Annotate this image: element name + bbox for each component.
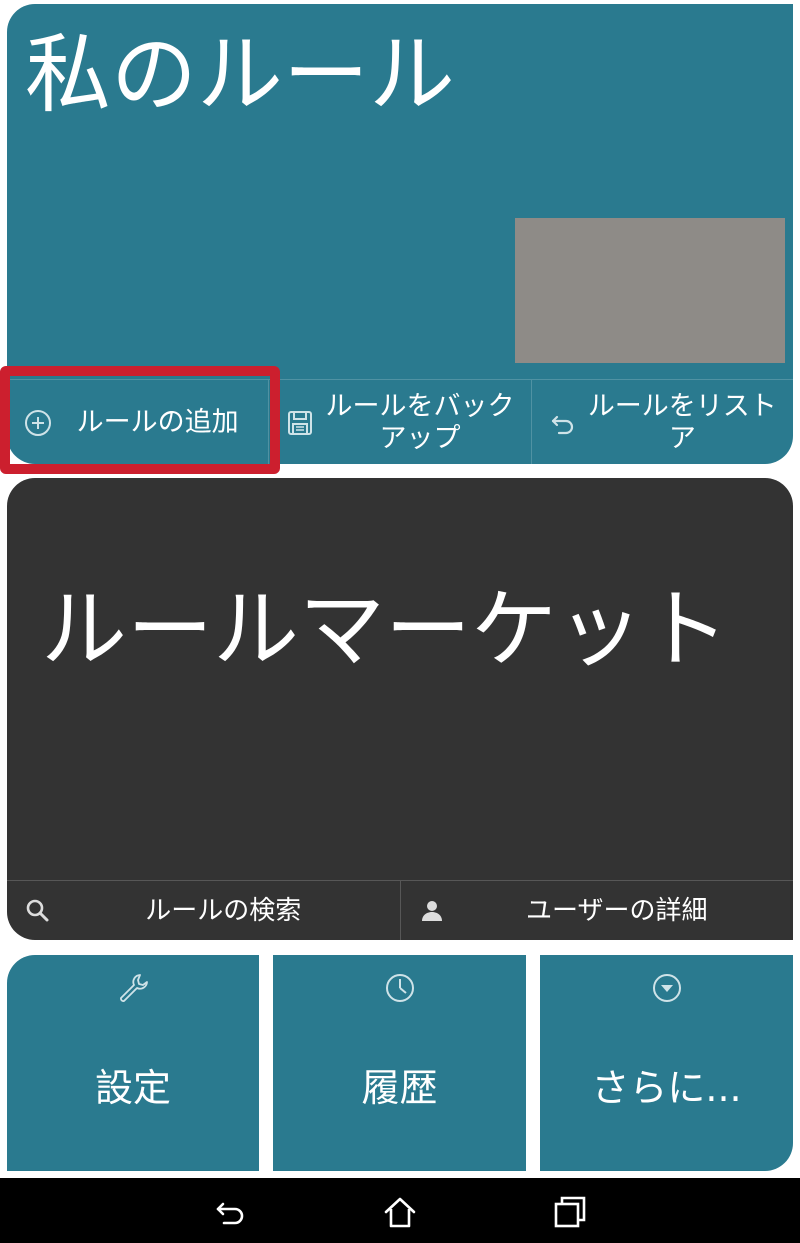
rule-market-title: ルールマーケット (41, 580, 729, 680)
recent-apps-icon[interactable] (548, 1190, 592, 1234)
wrench-icon (116, 971, 150, 1005)
my-rules-tile[interactable]: 私のルール ルールの追加 ルールをバックアップ ルールをリストア (7, 4, 793, 464)
search-rules-label: ルールの検索 (145, 896, 302, 926)
my-rules-title: 私のルール (25, 25, 455, 125)
chevron-down-circle-icon (650, 971, 684, 1005)
rule-preview-image (515, 218, 785, 363)
user-details-button[interactable]: ユーザーの詳細 (401, 881, 794, 940)
backup-rules-button[interactable]: ルールをバックアップ (269, 380, 532, 464)
clock-icon (383, 971, 417, 1005)
more-tile[interactable]: さらに... (540, 955, 793, 1171)
search-icon (21, 894, 55, 928)
rule-market-action-bar: ルールの検索 ユーザーの詳細 (7, 880, 793, 940)
navigation-bar (0, 1178, 800, 1243)
history-tile[interactable]: 履歴 (273, 955, 526, 1171)
home-icon[interactable] (378, 1190, 422, 1234)
add-rule-label: ルールの追加 (76, 406, 239, 438)
settings-tile[interactable]: 設定 (7, 955, 259, 1171)
add-circle-icon (21, 406, 55, 440)
backup-rules-label: ルールをバックアップ (325, 390, 515, 454)
my-rules-action-bar: ルールの追加 ルールをバックアップ ルールをリストア (7, 379, 793, 464)
more-label: さらに... (591, 1066, 742, 1110)
rule-market-tile[interactable]: ルールマーケット ルールの検索 ユーザーの詳細 (7, 478, 793, 940)
save-icon (283, 406, 317, 440)
person-icon (415, 894, 449, 928)
settings-label: 設定 (94, 1066, 171, 1110)
search-rules-button[interactable]: ルールの検索 (7, 881, 401, 940)
history-label: 履歴 (361, 1066, 438, 1110)
back-icon[interactable] (208, 1190, 252, 1234)
user-details-label: ユーザーの詳細 (526, 896, 708, 926)
undo-icon (546, 406, 580, 440)
restore-rules-button[interactable]: ルールをリストア (532, 380, 793, 464)
app-screen: 私のルール ルールの追加 ルールをバックアップ ルールをリストア ルールマーケッ… (0, 0, 800, 1243)
add-rule-button[interactable]: ルールの追加 (7, 380, 270, 464)
restore-rules-label: ルールをリストア (587, 390, 777, 454)
